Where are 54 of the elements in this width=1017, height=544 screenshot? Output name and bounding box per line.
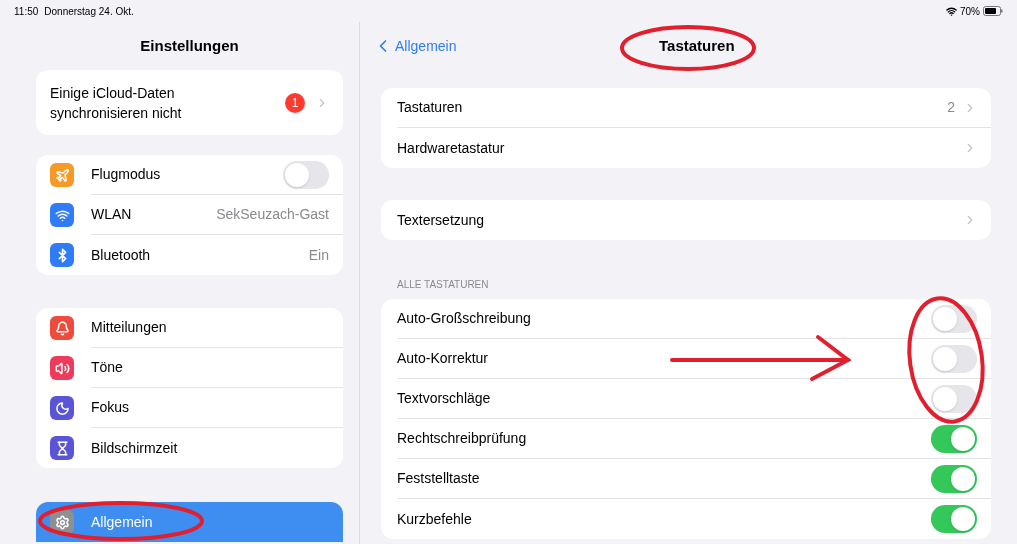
row-label: Flugmodus bbox=[91, 165, 162, 184]
row-label: Hardwaretastatur bbox=[397, 138, 506, 158]
row-value: 2 bbox=[947, 98, 955, 117]
settings-row[interactable]: Fokus bbox=[36, 388, 343, 428]
page-title: Tastaturen bbox=[659, 35, 735, 56]
row-label: Feststelltaste bbox=[397, 469, 481, 488]
settings-row[interactable]: Töne bbox=[36, 348, 343, 388]
wifi-icon bbox=[946, 5, 957, 17]
settings-row[interactable]: Bildschirmzeit bbox=[36, 428, 343, 468]
settings-row[interactable]: Flugmodus bbox=[36, 155, 343, 195]
settings-row[interactable]: Auto-Korrektur bbox=[381, 339, 991, 379]
settings-row[interactable]: Textersetzung bbox=[381, 200, 991, 240]
row-label: Töne bbox=[91, 358, 124, 377]
settings-row[interactable]: Auto-Großschreibung bbox=[381, 299, 991, 339]
row-value: SekSeuzach-Gast bbox=[216, 205, 329, 224]
notification-badge: 1 bbox=[285, 92, 305, 113]
row-label: Tastaturen bbox=[397, 98, 464, 117]
settings-row[interactable]: Feststelltaste bbox=[381, 459, 991, 499]
status-date: Donnerstag 24. Okt. bbox=[44, 4, 134, 19]
row-label: Textersetzung bbox=[397, 210, 486, 230]
row-label: Auto-Korrektur bbox=[397, 349, 490, 368]
row-label: Mitteilungen bbox=[91, 318, 168, 337]
battery-icon bbox=[983, 6, 1003, 16]
row-value: Ein bbox=[308, 245, 329, 265]
settings-row[interactable]: Kurzbefehle bbox=[381, 499, 991, 539]
row-label: Bluetooth bbox=[91, 245, 152, 265]
toggle-switch[interactable] bbox=[283, 160, 329, 189]
settings-row[interactable]: Bluetooth Ein bbox=[36, 235, 343, 275]
icloud-notice[interactable]: Einige iCloud-Daten synchronisieren nicht 1 bbox=[36, 70, 343, 135]
settings-row[interactable]: Mitteilungen bbox=[36, 308, 343, 348]
row-label: Kurzbefehle bbox=[397, 509, 473, 529]
toggle-switch[interactable] bbox=[931, 424, 977, 453]
toggle-switch[interactable] bbox=[931, 384, 977, 413]
row-label: WLAN bbox=[91, 205, 133, 224]
toggle-switch[interactable] bbox=[931, 464, 977, 493]
notice-text: Einige iCloud-Daten synchronisieren nicht bbox=[50, 83, 183, 123]
row-label: Fokus bbox=[91, 398, 131, 417]
settings-row[interactable]: Tastaturen 2 bbox=[381, 88, 991, 128]
row-label: Textvorschläge bbox=[397, 389, 492, 408]
row-label: Auto-Großschreibung bbox=[397, 309, 532, 328]
settings-row[interactable]: Rechtschreibprüfung bbox=[381, 419, 991, 459]
settings-row[interactable]: Hardwaretastatur bbox=[381, 128, 991, 168]
toggle-switch[interactable] bbox=[931, 344, 977, 373]
toggle-switch[interactable] bbox=[931, 505, 977, 533]
settings-row[interactable]: Textvorschläge bbox=[381, 379, 991, 419]
back-button[interactable]: Allgemein bbox=[373, 35, 457, 57]
status-time: 11:50 bbox=[14, 4, 39, 19]
row-label: Rechtschreibprüfung bbox=[397, 429, 528, 448]
row-label: Allgemein bbox=[91, 512, 154, 532]
section-header: ALLE TASTATUREN bbox=[396, 278, 490, 292]
row-label: Bildschirmzeit bbox=[91, 438, 179, 458]
battery-percent: 70% bbox=[960, 4, 980, 19]
settings-row[interactable]: WLAN SekSeuzach-Gast bbox=[36, 195, 343, 235]
sidebar-title: Einstellungen bbox=[140, 35, 239, 56]
